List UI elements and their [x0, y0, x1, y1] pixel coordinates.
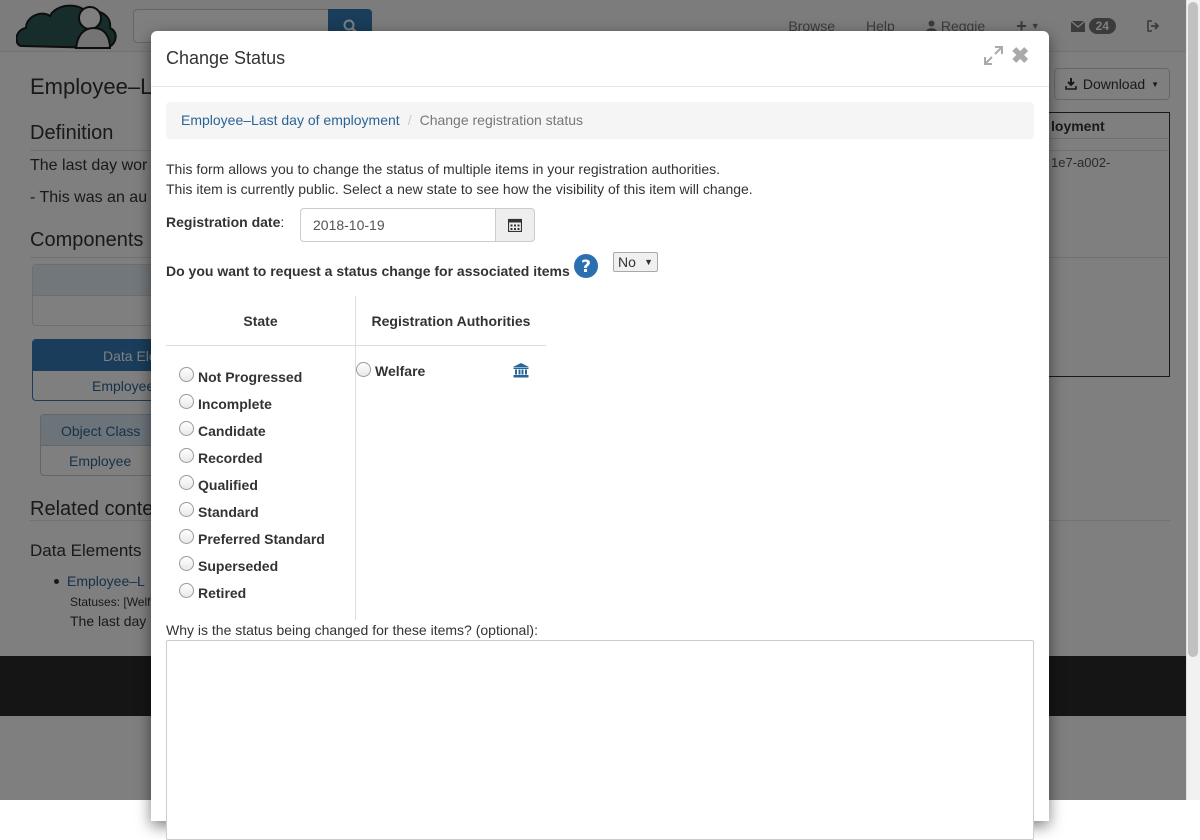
radio-button[interactable] [179, 421, 194, 436]
registration-authorities-header: Registration Authorities [356, 296, 546, 346]
intro-text: This form allows you to change the statu… [166, 159, 753, 199]
institution-icon[interactable] [513, 363, 529, 381]
close-icon[interactable]: ✖ [1011, 43, 1029, 69]
associated-items-label: Do you want to request a status change f… [166, 263, 570, 279]
breadcrumb: Employee–Last day of employment / Change… [166, 102, 1034, 139]
authority-option-welfare[interactable]: Welfare [356, 361, 426, 379]
state-option-recorded[interactable]: Recorded [179, 444, 325, 471]
change-status-modal: Change Status ✖ Employee–Last day of emp… [151, 31, 1049, 840]
radio-button[interactable] [179, 529, 194, 544]
calendar-icon [508, 218, 522, 232]
radio-button[interactable] [179, 448, 194, 463]
radio-button[interactable] [179, 367, 194, 382]
state-column: State Not Progressed Incomplete Candidat… [166, 296, 356, 620]
radio-button[interactable] [179, 475, 194, 490]
radio-button[interactable] [179, 556, 194, 571]
state-header: State [166, 296, 355, 346]
svg-text:?: ? [581, 257, 591, 277]
state-option-retired[interactable]: Retired [179, 579, 325, 606]
registration-date-label: Registration date: [166, 214, 285, 230]
breadcrumb-separator: / [407, 112, 412, 128]
modal-header: Change Status ✖ [151, 31, 1049, 87]
state-option-standard[interactable]: Standard [179, 498, 325, 525]
status-table: State Not Progressed Incomplete Candidat… [166, 296, 546, 620]
registration-authorities-column: Registration Authorities [356, 296, 546, 346]
authority-name: Welfare [375, 363, 426, 379]
radio-button[interactable] [179, 502, 194, 517]
associated-items-select[interactable]: No ▼ [613, 252, 658, 272]
caret-down-icon: ▼ [644, 257, 653, 267]
modal-title: Change Status [166, 48, 286, 68]
breadcrumb-item-link[interactable]: Employee–Last day of employment [181, 112, 400, 129]
calendar-button[interactable] [495, 208, 535, 242]
breadcrumb-item-current: Change registration status [419, 112, 584, 128]
radio-button[interactable] [179, 394, 194, 409]
radio-button[interactable] [179, 583, 194, 598]
reason-textarea[interactable] [166, 640, 1034, 840]
state-option-incomplete[interactable]: Incomplete [179, 390, 325, 417]
expand-icon[interactable] [984, 46, 1003, 71]
radio-button[interactable] [356, 361, 371, 377]
state-options: Not Progressed Incomplete Candidate Reco… [179, 363, 325, 606]
page-scrollbar[interactable] [1186, 0, 1200, 800]
question-circle-icon[interactable]: ? [573, 253, 599, 282]
state-option-not-progressed[interactable]: Not Progressed [179, 363, 325, 390]
intro-line: This form allows you to change the statu… [166, 161, 721, 177]
state-option-qualified[interactable]: Qualified [179, 471, 325, 498]
associated-items-value: No [618, 254, 636, 270]
state-option-candidate[interactable]: Candidate [179, 417, 325, 444]
reason-label: Why is the status being changed for thes… [166, 622, 538, 638]
registration-date-input[interactable] [300, 208, 496, 242]
state-option-preferred-standard[interactable]: Preferred Standard [179, 525, 325, 552]
intro-line: This item is currently public. Select a … [166, 181, 753, 197]
state-option-superseded[interactable]: Superseded [179, 552, 325, 579]
scrollbar-thumb[interactable] [1188, 2, 1198, 657]
